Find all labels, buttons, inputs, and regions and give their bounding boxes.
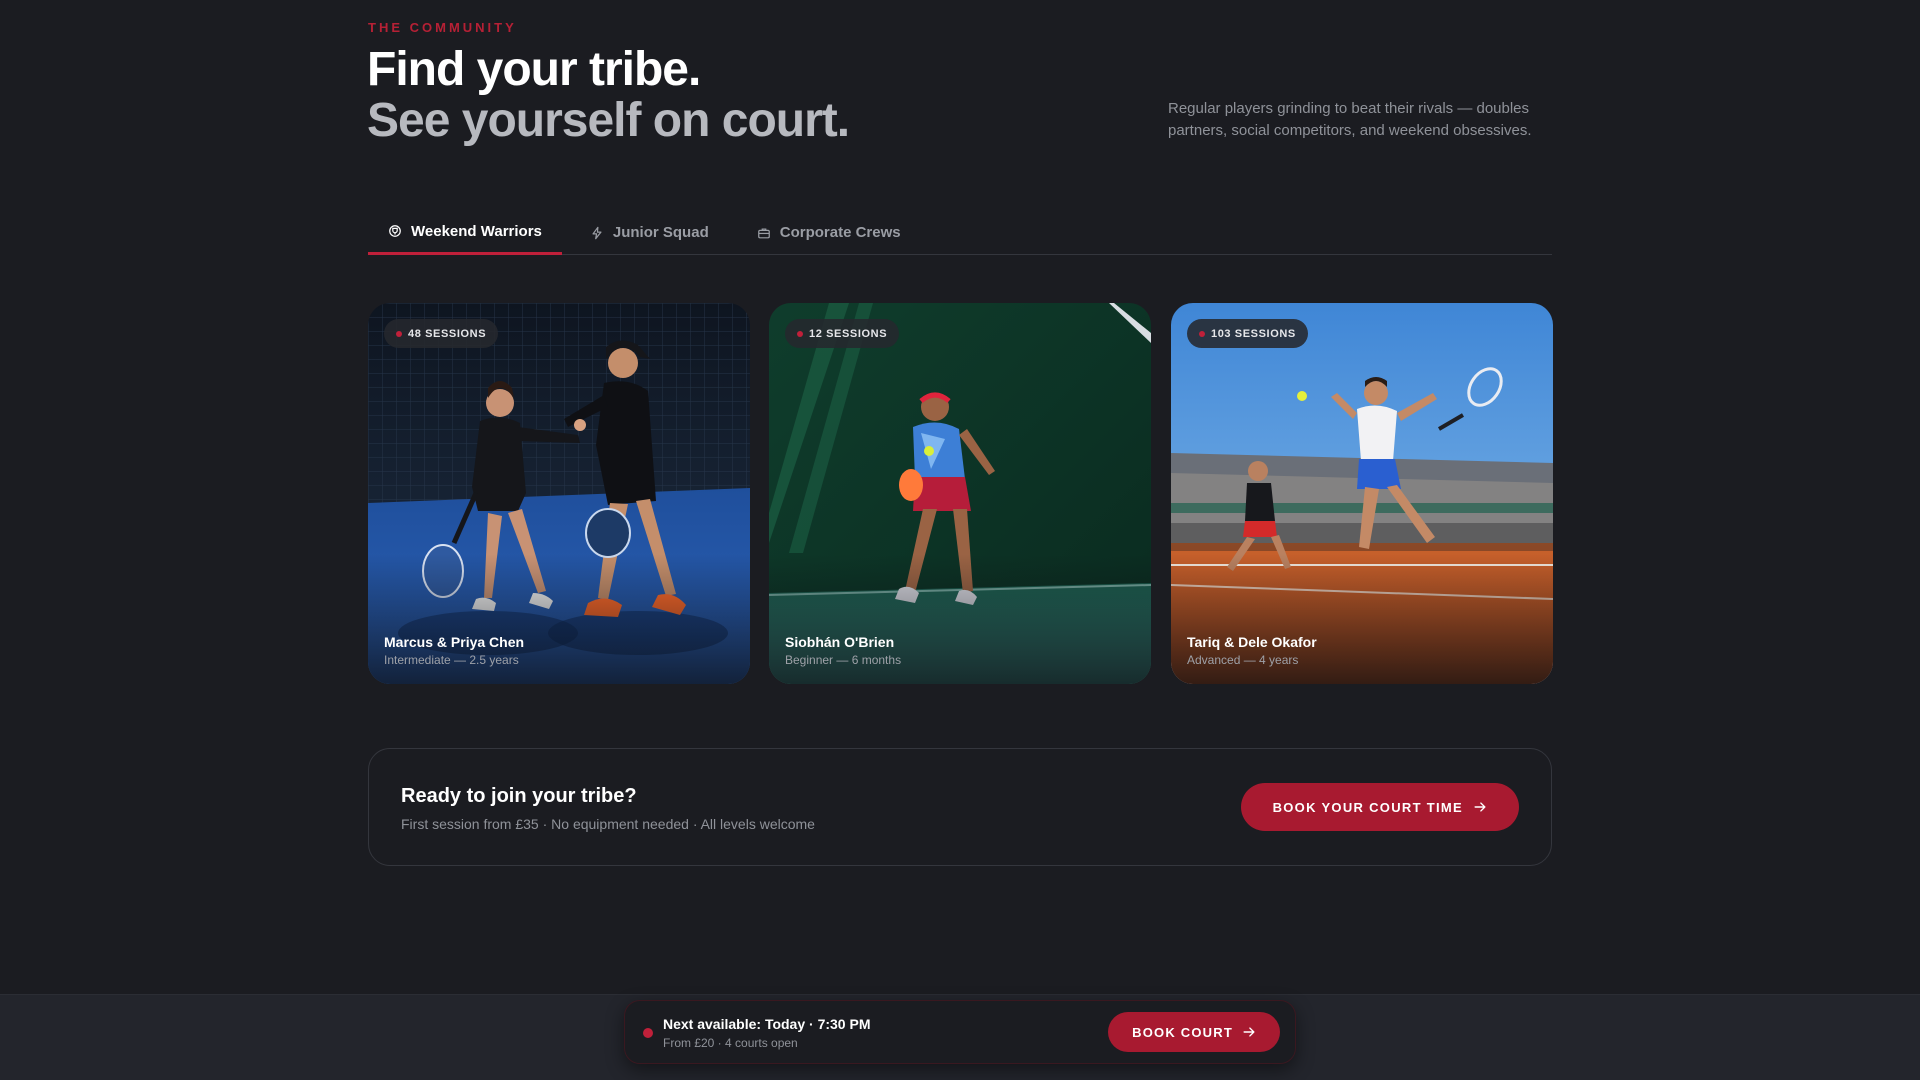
tab-label: Weekend Warriors xyxy=(411,222,542,240)
badge-dot xyxy=(797,330,803,337)
badge-dot xyxy=(396,330,402,337)
tab-label: Junior Squad xyxy=(612,224,709,241)
headline-line-2: See yourself on court. xyxy=(367,94,850,147)
player-card[interactable]: 103 SESSIONS Tariq & Dele Okafor Advance… xyxy=(1171,303,1553,684)
cta-title: Ready to join your tribe? xyxy=(401,785,637,807)
join-cta-panel: Ready to join your tribe? First session … xyxy=(368,748,1552,866)
section-headline: Find your tribe. See yourself on court. xyxy=(367,43,850,147)
headline-line-1: Find your tribe. xyxy=(367,43,701,96)
button-label: BOOK COURT xyxy=(1132,1024,1233,1040)
book-court-time-button[interactable]: BOOK YOUR COURT TIME xyxy=(1240,783,1519,831)
cta-subtitle: First session from £35 · No equipment ne… xyxy=(401,816,815,832)
badge-label: 48 SESSIONS xyxy=(408,327,487,340)
badge-label: 103 SESSIONS xyxy=(1211,327,1296,340)
player-level: Intermediate — 2.5 years xyxy=(384,653,519,667)
community-tabs: Weekend Warriors Junior Squad Corporate … xyxy=(368,210,1552,255)
section-eyebrow: THE COMMUNITY xyxy=(368,20,517,35)
player-card[interactable]: 48 SESSIONS Marcus & Priya Chen Intermed… xyxy=(368,303,750,684)
arrow-right-icon xyxy=(1474,802,1486,812)
trophy-icon xyxy=(389,225,401,237)
section-intro: Regular players grinding to beat their r… xyxy=(1168,100,1532,139)
tab-junior-squad[interactable]: Junior Squad xyxy=(570,210,729,255)
arrow-right-icon xyxy=(1243,1027,1255,1037)
badge-dot xyxy=(1199,330,1205,337)
tab-corporate-crews[interactable]: Corporate Crews xyxy=(737,210,921,255)
lightning-icon xyxy=(592,226,602,239)
community-page: THE COMMUNITY Find your tribe. See yours… xyxy=(0,0,1920,1080)
player-card[interactable]: 12 SESSIONS Siobhán O'Brien Beginner — 6… xyxy=(769,303,1151,684)
sessions-badge: 48 SESSIONS xyxy=(384,319,499,348)
book-court-button[interactable]: BOOK COURT xyxy=(1108,1012,1280,1052)
player-name: Marcus & Priya Chen xyxy=(384,634,525,650)
availability-detail: From £20 · 4 courts open xyxy=(663,1036,798,1050)
badge-label: 12 SESSIONS xyxy=(809,327,888,340)
player-level: Advanced — 4 years xyxy=(1187,653,1299,667)
player-name: Siobhán O'Brien xyxy=(785,634,895,650)
availability-widget: Next available: Today · 7:30 PM From £20… xyxy=(624,1000,1296,1064)
sessions-badge: 12 SESSIONS xyxy=(785,319,900,348)
live-status-dot xyxy=(643,1028,653,1038)
sessions-badge: 103 SESSIONS xyxy=(1187,319,1308,348)
button-label: BOOK YOUR COURT TIME xyxy=(1272,799,1463,815)
player-level: Beginner — 6 months xyxy=(785,653,902,667)
tab-label: Corporate Crews xyxy=(779,224,901,241)
player-name: Tariq & Dele Okafor xyxy=(1187,634,1317,650)
tab-weekend-warriors[interactable]: Weekend Warriors xyxy=(368,210,562,255)
briefcase-icon xyxy=(757,227,770,238)
next-available-text: Next available: Today · 7:30 PM xyxy=(663,1016,871,1032)
